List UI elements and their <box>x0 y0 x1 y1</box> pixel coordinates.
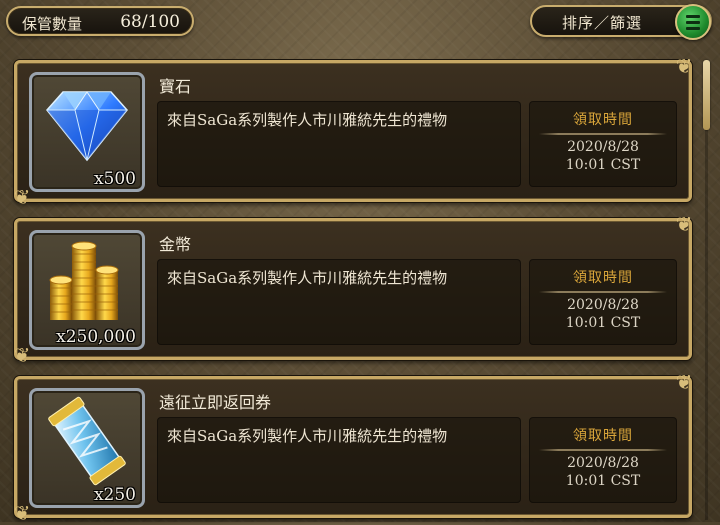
receive-time: 10:01 CST <box>565 315 641 331</box>
receive-date: 2020/8/28 <box>567 297 639 313</box>
receive-date: 2020/8/28 <box>567 139 639 155</box>
item-description: 來自SaGa系列製作人市川雅統先生的禮物 <box>167 111 448 129</box>
receive-time-label: 領取時間 <box>573 270 633 286</box>
item-name: 寶石 <box>159 77 192 96</box>
scrollbar-thumb[interactable] <box>703 60 710 130</box>
item-thumbnail: x500 <box>29 72 145 192</box>
storage-count-panel: 保管數量 68/100 <box>6 6 194 36</box>
receive-time: 10:01 CST <box>565 473 641 489</box>
ticket-icon <box>48 396 126 486</box>
ornament-icon: ❦ <box>675 370 693 394</box>
item-description-box: 來自SaGa系列製作人市川雅統先生的禮物 <box>157 417 521 503</box>
ornament-icon: ❦ <box>675 54 693 78</box>
ornament-icon: ❦ <box>13 501 31 525</box>
hamburger-menu-icon[interactable] <box>675 4 711 40</box>
present-card[interactable]: ❦ ❦ x250,000 金幣 來自SaGa系列製作人市川雅統先生的禮物 領取時… <box>14 213 693 366</box>
receive-time-box: 領取時間 2020/8/28 10:01 CST <box>529 101 677 187</box>
receive-time-label: 領取時間 <box>573 428 633 444</box>
item-quantity: x500 <box>93 169 136 189</box>
divider <box>539 133 667 135</box>
item-description: 來自SaGa系列製作人市川雅統先生的禮物 <box>167 427 448 445</box>
present-card[interactable]: ❦ ❦ x500 寶石 來自SaGa系列製作人市川雅統先生的禮物 領取時間 20… <box>14 55 693 208</box>
item-name: 金幣 <box>159 235 192 254</box>
item-description-box: 來自SaGa系列製作人市川雅統先生的禮物 <box>157 101 521 187</box>
ornament-icon: ❦ <box>675 212 693 236</box>
ornament-icon: ❦ <box>13 343 31 367</box>
divider <box>539 291 667 293</box>
gold-coins-icon <box>49 241 119 321</box>
item-thumbnail: x250 <box>29 388 145 508</box>
receive-time-box: 領取時間 2020/8/28 10:01 CST <box>529 417 677 503</box>
item-quantity: x250,000 <box>56 327 136 347</box>
item-name: 遠征立即返回券 <box>159 393 272 412</box>
receive-time: 10:01 CST <box>565 157 641 173</box>
item-description-box: 來自SaGa系列製作人市川雅統先生的禮物 <box>157 259 521 345</box>
item-quantity: x250 <box>93 485 136 505</box>
item-thumbnail: x250,000 <box>29 230 145 350</box>
receive-date: 2020/8/28 <box>567 455 639 471</box>
receive-time-box: 領取時間 2020/8/28 10:01 CST <box>529 259 677 345</box>
storage-count: 68/100 <box>120 12 180 32</box>
receive-time-label: 領取時間 <box>573 112 633 128</box>
item-description: 來自SaGa系列製作人市川雅統先生的禮物 <box>167 269 448 287</box>
sort-filter-label: 排序／篩選 <box>562 14 643 32</box>
ornament-icon: ❦ <box>13 185 31 209</box>
gem-icon <box>46 91 128 162</box>
divider <box>539 449 667 451</box>
storage-label: 保管數量 <box>22 15 83 33</box>
present-card[interactable]: ❦ ❦ x250 遠征立即返回券 來自SaGa系列製作人市川雅統先生的禮物 領取… <box>14 371 693 524</box>
